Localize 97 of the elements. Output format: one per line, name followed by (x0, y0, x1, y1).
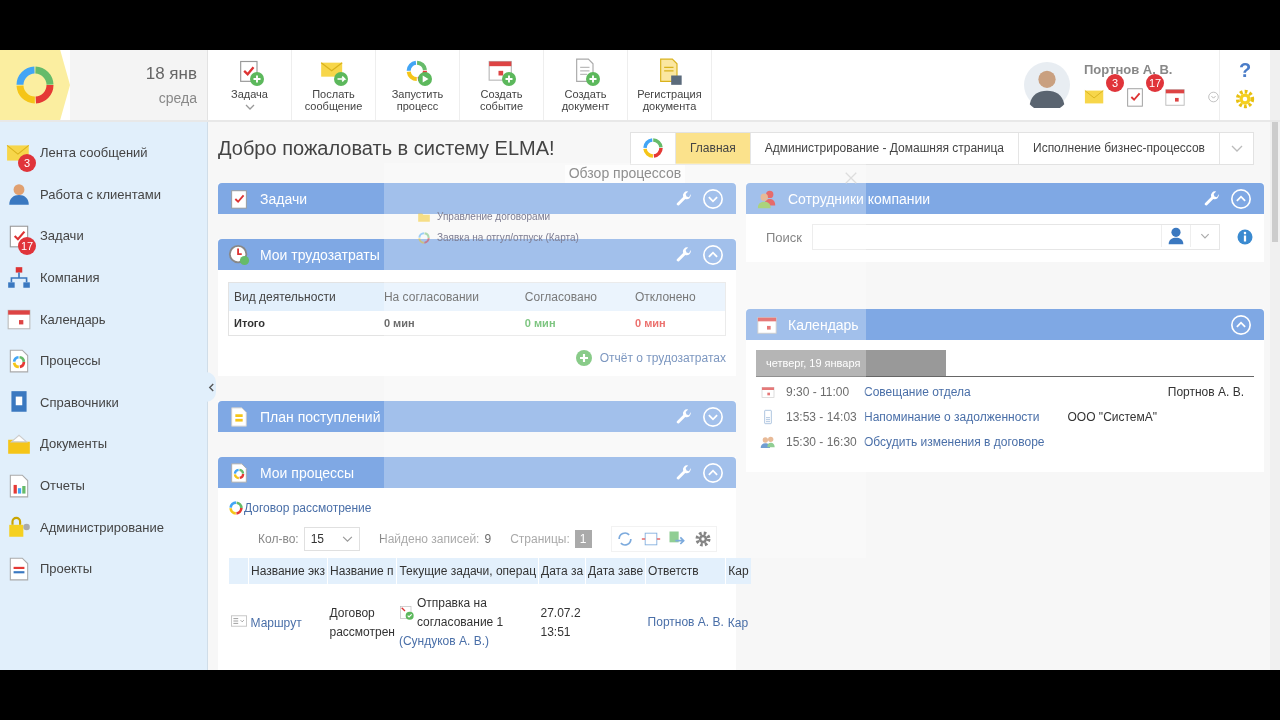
count-badge: 17 (1146, 73, 1164, 92)
event-time: 9:30 - 11:00 (786, 384, 851, 399)
chevron-icon[interactable] (702, 461, 724, 484)
portlet-title: Мои процессы (260, 464, 356, 481)
sidebar-item[interactable]: Справочники (0, 381, 207, 424)
info-icon[interactable] (1236, 228, 1254, 246)
column-header: Отклонено (630, 282, 726, 311)
table-cell: 0 мин (630, 311, 726, 336)
portlet-title: Сотрудники компании (788, 190, 932, 207)
event-link[interactable]: Совещание отдела (864, 384, 971, 399)
column-header: Вид деятельности (228, 282, 379, 311)
caret-icon (1230, 144, 1243, 153)
logo-icon (641, 136, 666, 160)
column-header: Ответств (645, 558, 726, 584)
user-link[interactable]: Портнов А. В. (647, 615, 724, 629)
sidebar-item[interactable]: Проекты (0, 547, 207, 590)
portlet-title: План поступлений (260, 408, 382, 425)
chevron-icon[interactable] (1230, 187, 1252, 210)
table-cell: Итого (228, 311, 379, 336)
event-time: 13:53 - 14:03 (786, 409, 858, 424)
sidebar-item[interactable]: Администрирование (0, 506, 207, 548)
chevron-icon[interactable] (702, 405, 724, 428)
tab[interactable]: Главная (675, 132, 750, 164)
sidebar-item[interactable]: Календарь (0, 298, 207, 340)
user-link[interactable]: (Сундуков А. В.) (398, 634, 489, 648)
count-badge: 3 (1106, 73, 1124, 92)
event-organization: ООО "СистемА" (1067, 409, 1158, 424)
event-icon (487, 58, 516, 86)
sidebar-item[interactable]: 3 Лента сообщений (0, 132, 207, 174)
column-header: Дата заве (585, 558, 646, 584)
sidebar-item[interactable]: Отчеты (0, 464, 207, 507)
date-cell-text: 27.07.2 (540, 604, 582, 622)
event-link[interactable]: Напоминание о задолженности (864, 409, 1040, 424)
column-header: Название экз (248, 558, 328, 584)
chevron-icon[interactable] (1230, 313, 1252, 336)
date: 18 янв (145, 64, 197, 84)
plan-icon (228, 405, 250, 428)
found-count: 9 (484, 532, 492, 546)
column-header: На согласовании (378, 282, 520, 311)
popup-title: Обзор процессов (564, 165, 686, 183)
event-time: 15:30 - 16:30 (786, 434, 858, 449)
column-header: Согласовано (519, 282, 631, 311)
process-icon (417, 230, 431, 245)
column-header: Кар (725, 558, 751, 584)
table-cell: Договор рассмотрен (327, 584, 397, 661)
count-label: Кол-во: (258, 532, 299, 546)
caret-icon (244, 104, 255, 110)
time-cell-text: 13:51 (540, 623, 572, 641)
card-link[interactable]: Кар (727, 615, 749, 630)
column-header: Дата за (538, 558, 586, 584)
popup-item[interactable]: Управление договорами (437, 211, 551, 222)
task-name: Отправка на согласование 1 (416, 595, 505, 631)
process-link[interactable]: Договор рассмотрение (244, 501, 372, 515)
clients-icon (6, 181, 32, 208)
avatar[interactable] (1024, 62, 1070, 108)
sidebar-item[interactable]: Процессы (0, 339, 207, 382)
count-select[interactable]: 15 (303, 527, 360, 551)
portlet-title: Мои трудозатраты (260, 246, 381, 263)
tasks-icon (228, 187, 250, 210)
table-cell: 0 мин (519, 311, 631, 336)
labor-icon (228, 243, 250, 266)
day-header: четверг, 19 января (756, 350, 946, 376)
process-icon (228, 500, 244, 516)
sidebar-item[interactable]: 17 Задачи (0, 215, 207, 257)
menu-icon[interactable] (230, 615, 247, 627)
caret-icon (342, 535, 353, 543)
event-link[interactable]: Обсудить изменения в договоре (864, 434, 1045, 449)
event-person: Портнов А. В. (1167, 384, 1244, 399)
column-header: Название п (327, 558, 397, 584)
task-icon (398, 605, 415, 621)
count-badge: 17 (18, 237, 36, 255)
processes-icon (228, 461, 250, 484)
scrollbar[interactable] (1270, 122, 1280, 670)
sidebar-item[interactable]: Работа с клиентами (0, 173, 207, 216)
page-title: Добро пожаловать в систему ELMA! (218, 136, 555, 160)
add-icon (575, 350, 592, 366)
sidebar-item[interactable]: Компания (0, 256, 207, 299)
chevron-icon[interactable] (702, 243, 724, 266)
chevron-icon[interactable] (702, 187, 724, 210)
search-label: Поиск (766, 229, 803, 245)
help-button[interactable]: ? (1238, 60, 1252, 80)
found-label: Найдено записей: (379, 532, 480, 546)
weekday: среда (158, 90, 197, 106)
portlet-title: Календарь (788, 316, 860, 333)
logo[interactable] (0, 50, 70, 120)
close-icon[interactable] (844, 171, 858, 185)
instance-link[interactable]: Маршрут (250, 615, 302, 630)
scrollbar[interactable] (1270, 50, 1280, 120)
table-cell: 0 мин (378, 311, 520, 336)
search-field[interactable] (812, 224, 1220, 250)
sidebar-item[interactable]: Документы (0, 423, 207, 465)
pages-label: Страницы: (510, 532, 570, 546)
column-header: Текущие задачи, операц (396, 558, 539, 584)
tasks-indicator[interactable] (1124, 85, 1146, 108)
company-icon (6, 264, 32, 291)
portlet-title: Задачи (260, 190, 308, 207)
settings-icon[interactable] (1234, 88, 1256, 110)
